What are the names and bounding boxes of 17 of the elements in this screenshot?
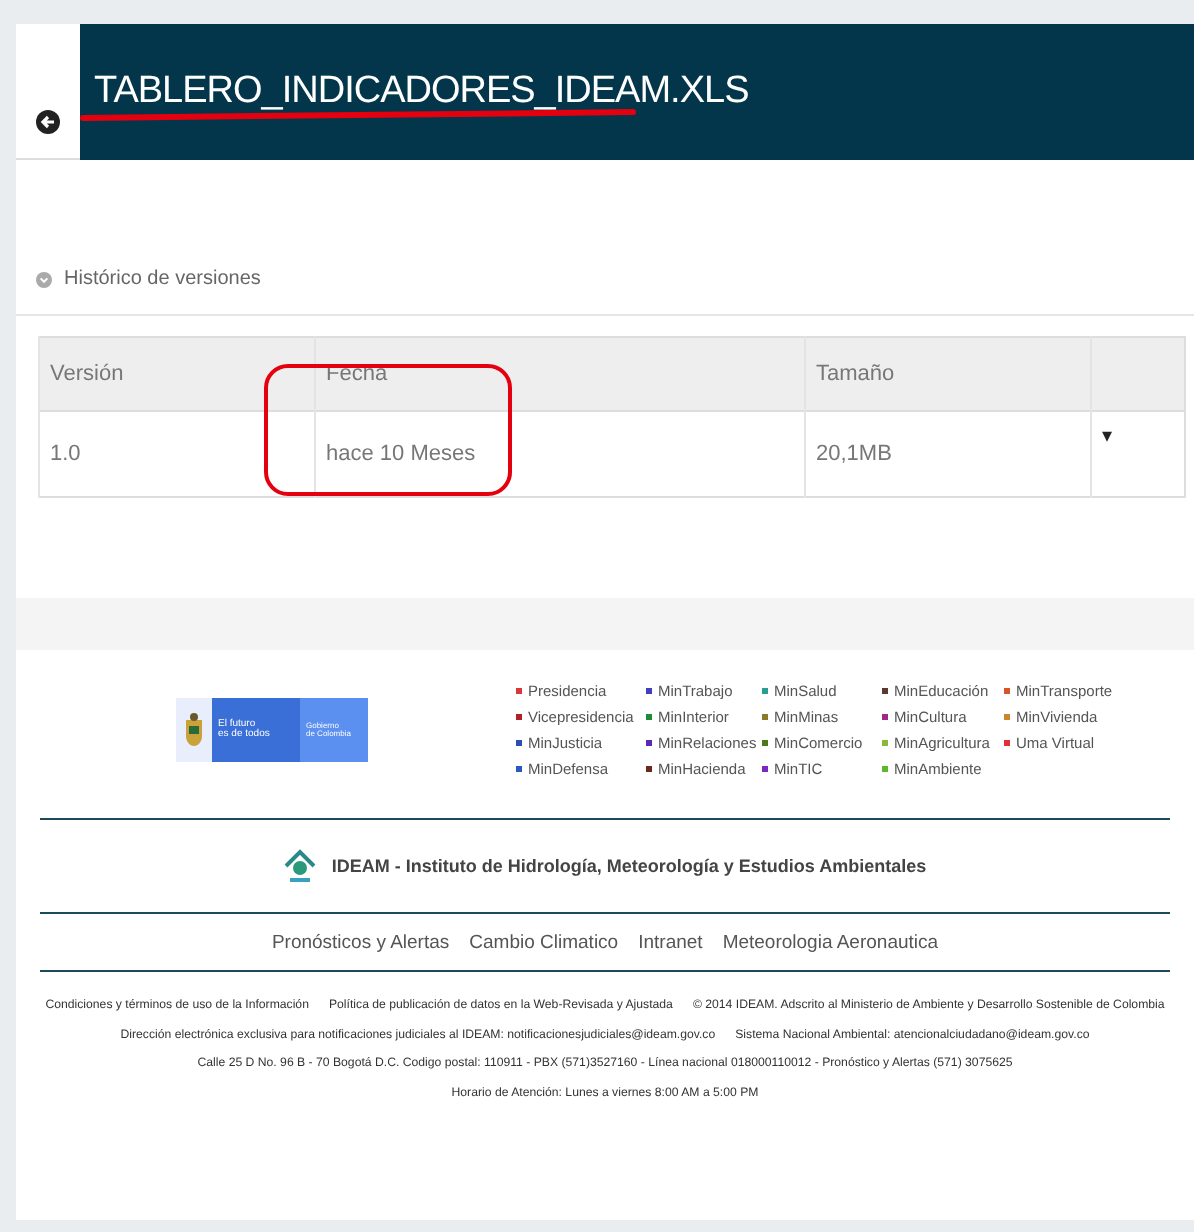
institute-logo-icon — [283, 848, 316, 884]
column-header: Tamaño — [805, 337, 1091, 411]
nav-link[interactable]: Meteorologia Aeronautica — [722, 931, 939, 953]
column-header: Versión — [39, 337, 315, 411]
institute-name: IDEAM - Instituto de Hidrología, Meteorología y Estudios Ambientales — [331, 856, 927, 876]
nav-link[interactable]: Cambio Climatico — [469, 931, 619, 953]
dropdown-caret[interactable]: ▾ — [1102, 426, 1112, 448]
coat-of-arms-icon — [184, 712, 204, 748]
back-arrow-icon[interactable] — [36, 110, 60, 134]
nav-link[interactable]: Intranet — [638, 931, 703, 953]
table-cell: hace 10 Meses — [315, 411, 805, 497]
section-heading: Histórico de versiones — [64, 268, 261, 290]
file-title: TABLERO_INDICADORES_IDEAM.XLS — [94, 70, 749, 114]
chevron-circle-icon — [36, 271, 52, 287]
table-cell: 1.0 — [39, 411, 315, 497]
nav-link[interactable]: Pronósticos y Alertas — [271, 931, 450, 953]
table-cell: 20,1MB — [805, 411, 1091, 497]
